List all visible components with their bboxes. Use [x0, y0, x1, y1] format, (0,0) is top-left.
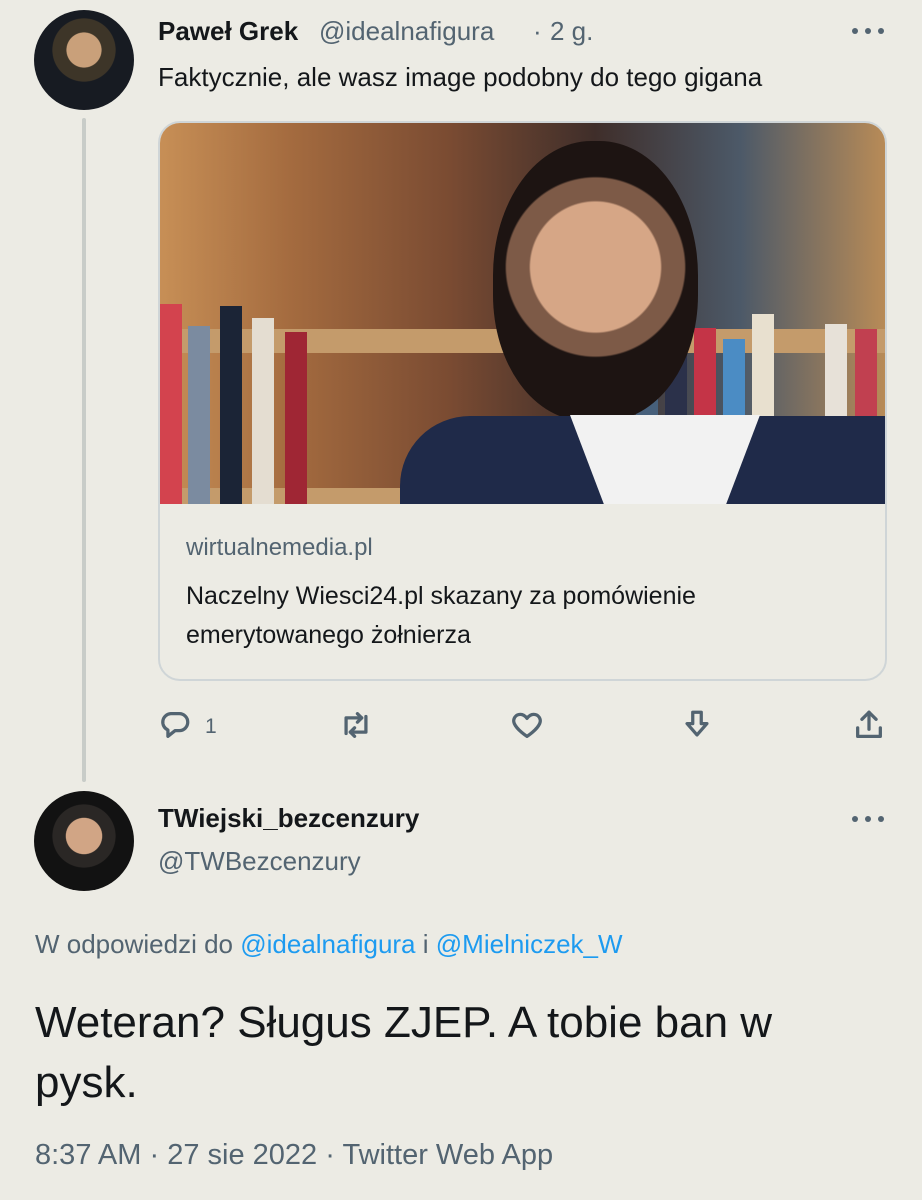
card-image — [160, 123, 885, 504]
author-handle[interactable]: @TWBezcenzury — [158, 846, 361, 877]
download-icon — [685, 710, 709, 737]
like-button[interactable] — [510, 708, 544, 744]
more-options-icon[interactable] — [852, 814, 884, 824]
tweet-text: Faktycznie, ale wasz image podobny do te… — [158, 62, 763, 92]
mention-link[interactable]: @Mielniczek_W — [436, 929, 623, 959]
tweet-time[interactable]: 8:37 AM — [35, 1139, 141, 1171]
thread-line — [82, 118, 86, 782]
author-handle[interactable]: @idealnafigura — [319, 16, 494, 47]
meta-separator: · — [149, 1139, 160, 1171]
tweet-date[interactable]: 27 sie 2022 — [167, 1139, 317, 1171]
heart-icon — [512, 712, 542, 738]
card-title: Naczelny Wiesci24.pl skazany za pomówien… — [186, 582, 696, 649]
mention-link[interactable]: @idealnafigura — [240, 929, 415, 959]
retweet-button[interactable] — [339, 708, 373, 744]
author-name[interactable]: TWiejski_bezcenzury — [158, 803, 419, 834]
share-button[interactable] — [852, 708, 886, 744]
more-options-icon[interactable] — [852, 26, 884, 36]
reply-count: 1 — [205, 715, 217, 738]
tweet-source[interactable]: Twitter Web App — [342, 1139, 553, 1171]
share-icon — [856, 710, 882, 738]
avatar[interactable] — [34, 791, 134, 891]
replying-to: W odpowiedzi do @idealnafigura i @Mielni… — [35, 929, 623, 960]
tweet-metadata: 8:37 AM · 27 sie 2022 · Twitter Web App — [35, 1139, 553, 1172]
meta-separator: · — [325, 1139, 335, 1171]
speech-bubble-icon — [161, 712, 190, 738]
avatar[interactable] — [34, 10, 134, 110]
tweet-text: Weteran? Sługus ZJEP. A tobie ban w pysk… — [35, 998, 773, 1107]
reply-button[interactable] — [158, 708, 192, 744]
tweet-time[interactable]: 2 g. — [550, 16, 593, 47]
download-button[interactable] — [680, 708, 714, 744]
link-card[interactable]: wirtualnemedia.pl Naczelny Wiesci24.pl s… — [158, 121, 887, 681]
time-separator: · — [533, 16, 542, 46]
retweet-icon — [344, 712, 368, 738]
card-domain: wirtualnemedia.pl — [186, 534, 373, 561]
reply-conjunction: i — [422, 929, 429, 959]
reply-prefix: W odpowiedzi do — [35, 929, 233, 959]
author-name[interactable]: Paweł Grek — [158, 16, 298, 47]
